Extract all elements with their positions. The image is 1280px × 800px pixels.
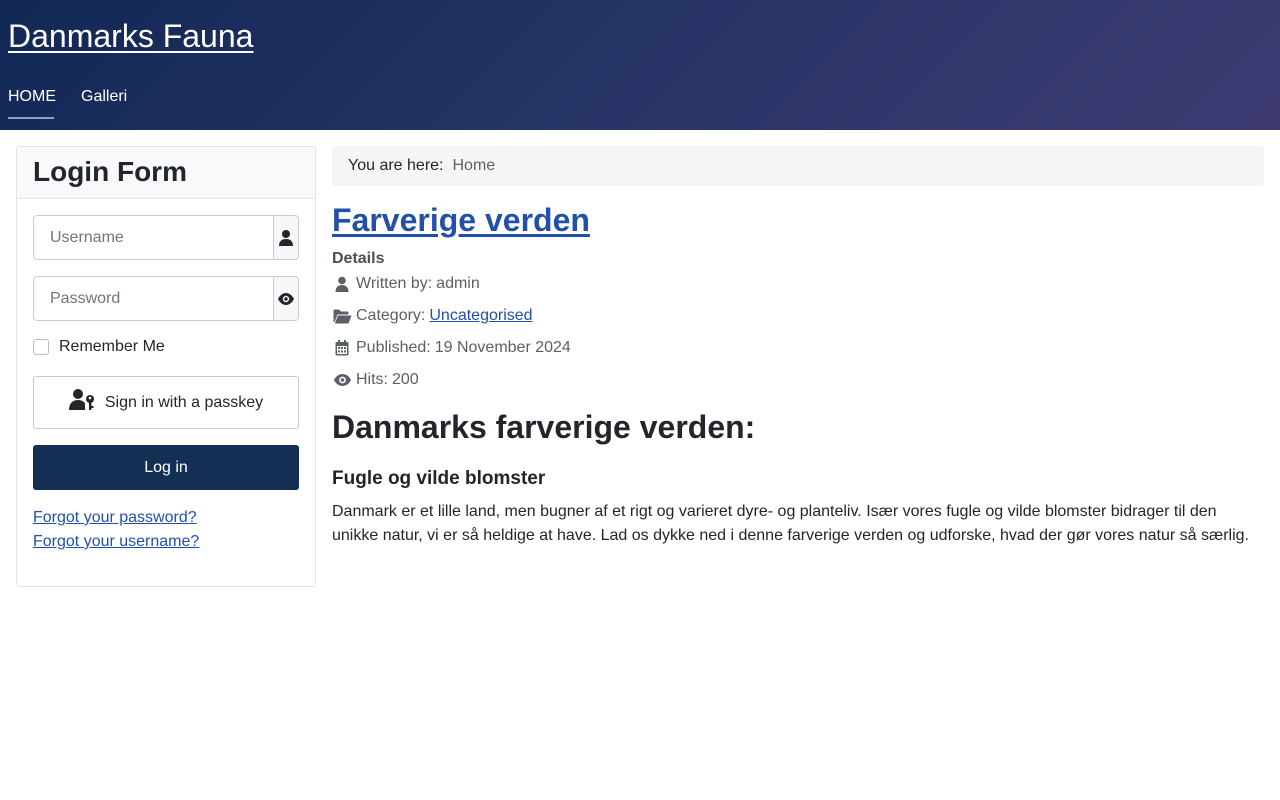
article-title-link[interactable]: Farverige verden: [332, 202, 590, 239]
published-date: 19 November 2024: [434, 339, 571, 356]
nav-item-galleri[interactable]: Galleri: [81, 88, 127, 112]
folder-open-icon: [332, 306, 352, 326]
login-card-header: Login Form: [17, 147, 315, 199]
password-input[interactable]: [33, 276, 274, 321]
remember-me-label: Remember Me: [59, 338, 165, 355]
article-heading: Danmarks farverige verden:: [332, 409, 756, 445]
category-link[interactable]: Uncategorised: [429, 307, 532, 325]
user-icon: [332, 274, 352, 294]
password-group: [33, 276, 299, 321]
eye-icon: [332, 370, 352, 390]
meta-category: Category: Uncategorised: [332, 306, 533, 326]
main-nav: HOME Galleri: [8, 88, 127, 119]
hits-label: Hits:: [356, 371, 388, 388]
site-header: Danmarks Fauna HOME Galleri: [0, 0, 1280, 130]
nav-item-home[interactable]: HOME: [8, 88, 56, 119]
details-label: Details: [332, 250, 385, 267]
category-label: Category:: [356, 307, 426, 324]
passkey-button[interactable]: Sign in with a passkey: [33, 376, 299, 429]
author-name: admin: [436, 275, 480, 292]
login-form-card: Login Form Remember Me Sign in with a pa…: [16, 146, 316, 587]
passkey-label: Sign in with a passkey: [104, 393, 264, 411]
remember-me[interactable]: Remember Me: [33, 338, 165, 356]
breadcrumb-prefix: You are here:: [348, 157, 444, 174]
login-button[interactable]: Log in: [33, 445, 299, 490]
user-icon: [274, 215, 299, 260]
forgot-username-link[interactable]: Forgot your username?: [33, 532, 199, 552]
login-form-title: Login Form: [33, 156, 187, 187]
forgot-links: Forgot your password? Forgot your userna…: [33, 508, 199, 552]
article-subheading: Fugle og vilde blomster: [332, 468, 546, 489]
calendar-icon: [332, 338, 352, 358]
username-input[interactable]: [33, 215, 274, 260]
hits-count: 200: [392, 371, 419, 388]
article-body: Danmark er et lille land, men bugner af …: [332, 503, 1249, 544]
meta-published: Published: 19 November 2024: [332, 338, 571, 358]
published-label: Published:: [356, 339, 431, 356]
forgot-password-link[interactable]: Forgot your password?: [33, 508, 199, 528]
written-by-label: Written by:: [356, 275, 433, 292]
breadcrumb-item-home: Home: [452, 157, 496, 174]
site-title-link[interactable]: Danmarks Fauna: [8, 18, 253, 55]
meta-author: Written by: admin: [332, 274, 480, 294]
passkey-icon: [68, 388, 95, 417]
remember-me-checkbox[interactable]: [33, 339, 49, 355]
eye-icon[interactable]: [274, 276, 299, 321]
breadcrumb: You are here: Home: [332, 146, 1264, 186]
meta-hits: Hits: 200: [332, 370, 419, 390]
username-group: [33, 215, 299, 260]
